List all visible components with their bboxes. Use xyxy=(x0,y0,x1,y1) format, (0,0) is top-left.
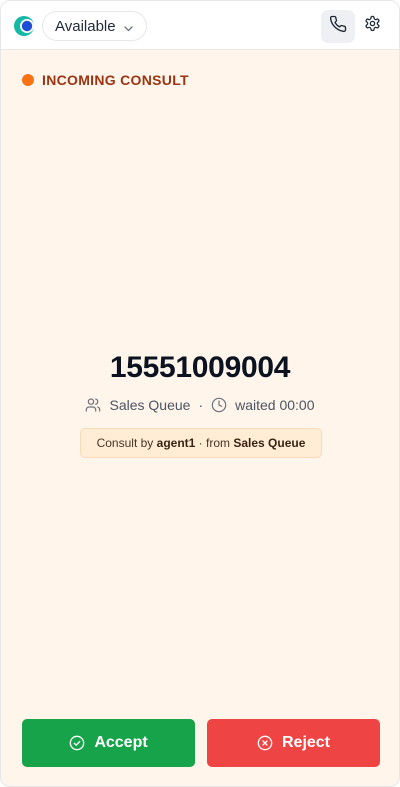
consult-info-badge: Consult by agent1 · from Sales Queue xyxy=(80,428,322,458)
queue-name: Sales Queue xyxy=(109,397,191,413)
caller-number: 15551009004 xyxy=(109,351,291,384)
consult-queue: Sales Queue xyxy=(233,436,306,450)
users-icon xyxy=(85,397,101,413)
status-dropdown[interactable]: Available xyxy=(42,11,147,41)
call-meta: Sales Queue · waited 00:00 xyxy=(1,397,399,413)
reject-button[interactable]: Reject xyxy=(207,719,380,767)
consult-prefix: Consult by xyxy=(96,436,154,450)
call-state-label: INCOMING CONSULT xyxy=(42,72,189,88)
softphone-panel: Available INCOMING CONSULT 15551009004 S… xyxy=(0,0,400,787)
meta-separator: · xyxy=(198,397,204,413)
gear-icon xyxy=(364,15,381,37)
chevron-down-icon xyxy=(123,21,134,32)
status-value: Available xyxy=(55,17,116,35)
check-circle-icon xyxy=(69,735,85,751)
consult-agent: agent1 xyxy=(156,436,196,450)
phone-icon xyxy=(329,15,347,38)
header-bar: Available xyxy=(1,1,399,50)
phone-button[interactable] xyxy=(321,10,355,43)
clock-icon xyxy=(211,397,227,413)
x-circle-icon xyxy=(257,735,273,751)
wait-time: waited 00:00 xyxy=(235,397,315,413)
consult-middle: · from xyxy=(198,436,231,450)
settings-button[interactable] xyxy=(360,14,384,38)
reject-label: Reject xyxy=(281,734,331,751)
call-state-indicator: INCOMING CONSULT xyxy=(22,72,189,88)
status-dot xyxy=(22,74,34,86)
logo-icon xyxy=(13,15,35,37)
accept-button[interactable]: Accept xyxy=(22,719,195,767)
accept-label: Accept xyxy=(94,734,148,751)
